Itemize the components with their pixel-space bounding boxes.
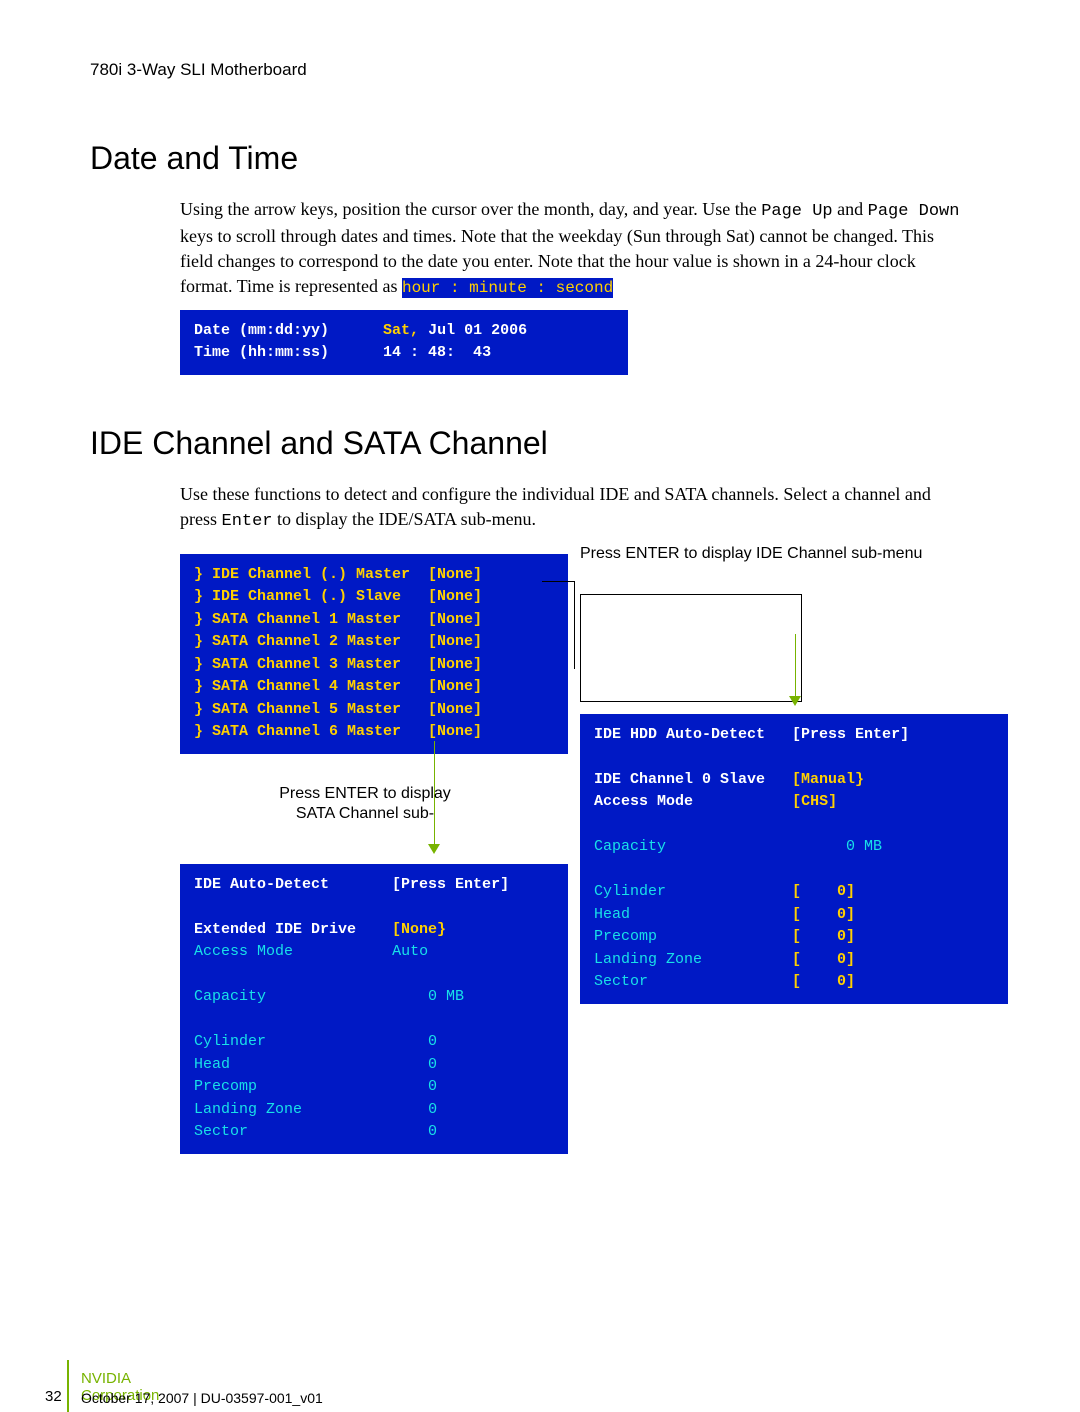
line: } SATA Channel 5 Master [None] <box>194 701 482 718</box>
arrowhead-icon <box>789 696 801 706</box>
field: IDE HDD Auto-Detect <box>594 726 765 743</box>
arrow-line <box>795 634 796 700</box>
ide-submenu-box: IDE HDD Auto-Detect [Press Enter] IDE Ch… <box>580 714 1008 1004</box>
field: Capacity <box>194 988 266 1005</box>
val: 0 MB <box>819 838 882 855</box>
val: 0 MB <box>410 988 464 1005</box>
field: Precomp <box>594 928 657 945</box>
val: 0 <box>410 1123 437 1140</box>
sata-submenu-box: IDE Auto-Detect [Press Enter] Extended I… <box>180 864 568 1154</box>
val: 0 <box>410 1078 437 1095</box>
line: } SATA Channel 1 Master [None] <box>194 611 482 628</box>
ide-sata-paragraph: Use these functions to detect and config… <box>180 482 970 534</box>
val: [ 0] <box>792 883 855 900</box>
field: Sector <box>194 1123 248 1140</box>
page-header: 780i 3-Way SLI Motherboard <box>90 60 970 80</box>
page-number: 32 <box>45 1388 62 1405</box>
val: 0 <box>410 1056 437 1073</box>
diagram-area: } IDE Channel (.) Master [None] } IDE Ch… <box>180 544 970 1184</box>
field: Access Mode <box>594 793 693 810</box>
val: [ 0] <box>792 906 855 923</box>
heading-ide-sata: IDE Channel and SATA Channel <box>90 425 970 462</box>
footer-date: October 17, 2007 | DU-03597-001_v01 <box>81 1390 323 1406</box>
arrowhead-icon <box>428 844 440 854</box>
mono-pageup: Page Up <box>761 202 832 221</box>
label-time: Time (hh:mm:ss) <box>194 344 329 361</box>
time-format-highlight: hour : minute : second <box>402 278 613 298</box>
val: [None} <box>392 921 446 938</box>
connector-line <box>542 581 574 582</box>
mono-pagedown: Page Down <box>868 202 960 221</box>
field: Precomp <box>194 1078 257 1095</box>
field: Cylinder <box>594 883 666 900</box>
val: [Press Enter] <box>792 726 909 743</box>
field: Sector <box>594 973 648 990</box>
line: } IDE Channel (.) Master [None] <box>194 566 482 583</box>
val: 0 <box>410 1101 437 1118</box>
field: Head <box>194 1056 230 1073</box>
val: [ 0] <box>792 973 855 990</box>
mono-enter: Enter <box>222 512 273 531</box>
field: IDE Channel 0 Slave <box>594 771 765 788</box>
field: Access Mode <box>194 943 293 960</box>
channel-list-box: } IDE Channel (.) Master [None] } IDE Ch… <box>180 554 568 754</box>
text: to display the IDE/SATA sub-menu. <box>273 509 537 529</box>
val-date: Jul 01 2006 <box>419 322 527 339</box>
field: Landing Zone <box>194 1101 302 1118</box>
connector-line <box>574 581 575 669</box>
field: Landing Zone <box>594 951 702 968</box>
label-date: Date (mm:dd:yy) <box>194 322 329 339</box>
val-date-prefix: Sat, <box>383 322 419 339</box>
val: 0 <box>410 1033 437 1050</box>
datetime-bios-box: Date (mm:dd:yy) Sat, Jul 01 2006 Time (h… <box>180 310 628 375</box>
field: Capacity <box>594 838 666 855</box>
field: IDE Auto-Detect <box>194 876 329 893</box>
callout-box <box>580 594 802 702</box>
line: } SATA Channel 6 Master [None] <box>194 723 482 740</box>
footer-bar <box>67 1360 69 1412</box>
text: Using the arrow keys, position the curso… <box>180 199 761 219</box>
val: [Manual} <box>792 771 864 788</box>
field: Extended IDE Drive <box>194 921 356 938</box>
line: } IDE Channel (.) Slave [None] <box>194 588 482 605</box>
val: [ 0] <box>792 951 855 968</box>
val: [Press Enter] <box>392 876 509 893</box>
heading-date-time: Date and Time <box>90 140 970 177</box>
field: Head <box>594 906 630 923</box>
val: [CHS] <box>792 793 837 810</box>
field: Cylinder <box>194 1033 266 1050</box>
val-time: 14 : 48: 43 <box>383 344 491 361</box>
text: and <box>833 199 868 219</box>
val: Auto <box>392 943 428 960</box>
line: } SATA Channel 4 Master [None] <box>194 678 482 695</box>
label-press-ide: Press ENTER to display IDE Channel sub-m… <box>580 544 922 565</box>
val: [ 0] <box>792 928 855 945</box>
label-press-sata: Press ENTER to display SATA Channel sub- <box>265 784 465 826</box>
line: } SATA Channel 3 Master [None] <box>194 656 482 673</box>
line: } SATA Channel 2 Master [None] <box>194 633 482 650</box>
datetime-paragraph: Using the arrow keys, position the curso… <box>180 197 970 300</box>
